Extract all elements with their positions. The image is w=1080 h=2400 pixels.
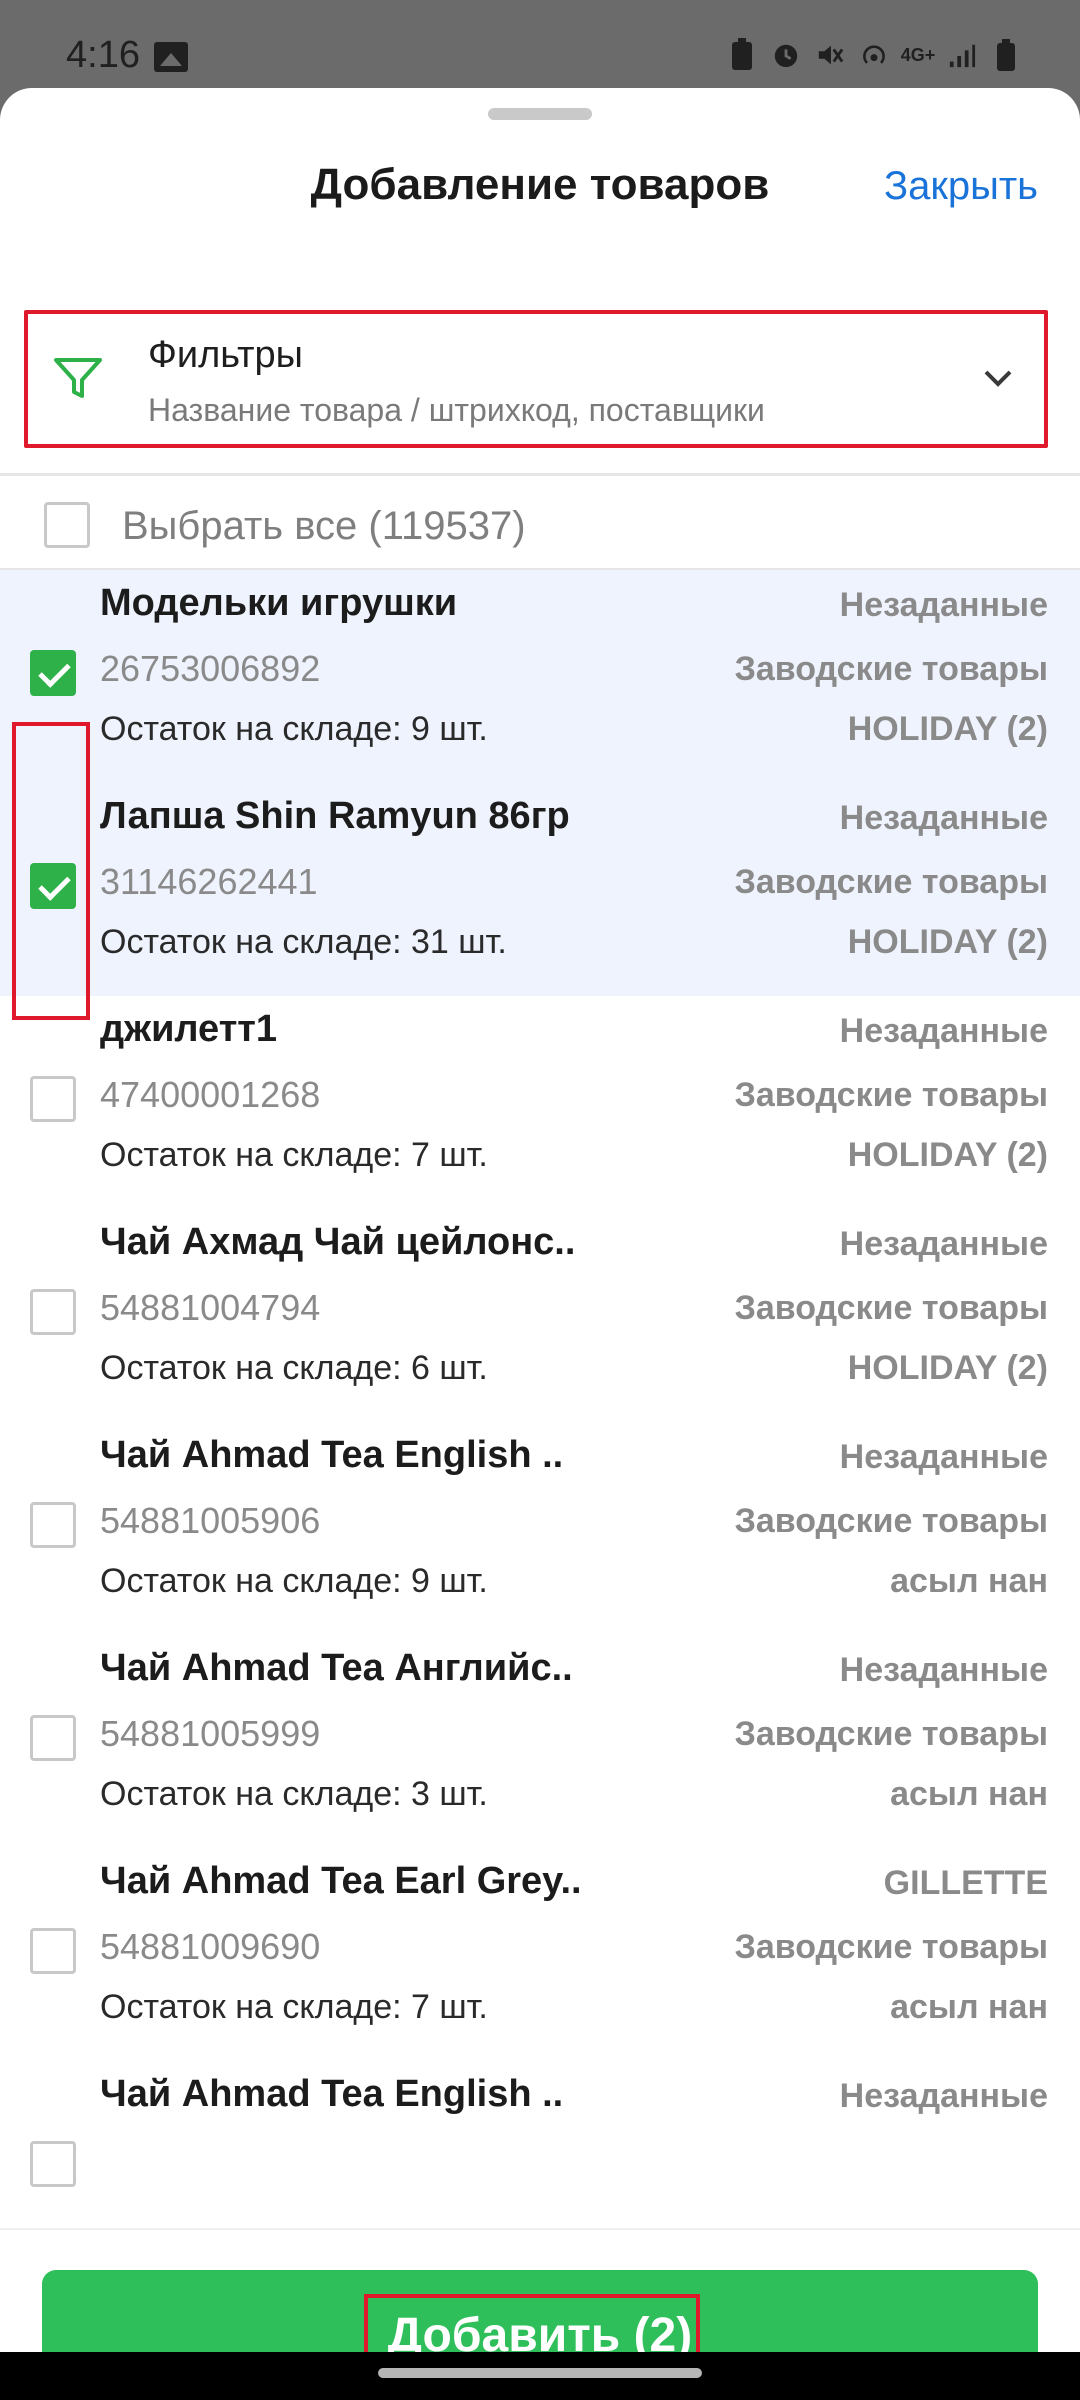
filter-icon bbox=[54, 358, 102, 398]
item-name: Чай Ахмад Чай цейлонс.. bbox=[100, 1221, 576, 1263]
item-stock: Остаток на складе: 31 шт. bbox=[100, 923, 507, 961]
item-checkbox[interactable] bbox=[30, 1715, 76, 1761]
item-type: Заводские товары bbox=[734, 1502, 1048, 1540]
item-supplier: асыл нан bbox=[890, 1775, 1048, 1813]
item-barcode: 54881009690 bbox=[100, 1926, 321, 1967]
item-name: джилетт1 bbox=[100, 1008, 278, 1050]
add-button[interactable]: Добавить (2) bbox=[42, 2270, 1038, 2352]
select-all-checkbox[interactable] bbox=[44, 502, 90, 548]
item-checkbox[interactable] bbox=[30, 1502, 76, 1548]
item-barcode: 47400001268 bbox=[100, 1074, 321, 1115]
item-name: Лапша Shin Ramyun 86гр bbox=[100, 795, 570, 837]
item-checkbox[interactable] bbox=[30, 650, 76, 696]
item-supplier: асыл нан bbox=[890, 1562, 1048, 1600]
item-stock: Остаток на складе: 7 шт. bbox=[100, 1988, 488, 2026]
filters-title: Фильтры bbox=[148, 334, 303, 376]
product-item[interactable]: Чай Ahmad Tea Earl Grey.. 54881009690 Ос… bbox=[0, 1848, 1080, 2061]
product-list[interactable]: Модельки игрушки 26753006892 Остаток на … bbox=[0, 570, 1080, 2228]
product-item[interactable]: Лапша Shin Ramyun 86гр 31146262441 Остат… bbox=[0, 783, 1080, 996]
item-supplier: HOLIDAY (2) bbox=[847, 923, 1048, 961]
product-item[interactable]: джилетт1 47400001268 Остаток на складе: … bbox=[0, 996, 1080, 1209]
product-item[interactable]: Чай Ahmad Tea English .. Незаданные bbox=[0, 2061, 1080, 2228]
status-bar: 4:16 4G+ bbox=[0, 0, 1080, 88]
item-barcode: 54881005906 bbox=[100, 1500, 321, 1541]
item-category: Незаданные bbox=[839, 1438, 1048, 1476]
hotspot-icon bbox=[860, 38, 888, 72]
item-stock: Остаток на складе: 3 шт. bbox=[100, 1775, 488, 1813]
select-all-row[interactable]: Выбрать все (119537) bbox=[0, 476, 1080, 576]
add-products-sheet: Добавление товаров Закрыть Фильтры Назва… bbox=[0, 88, 1080, 2352]
item-category: Незаданные bbox=[839, 799, 1048, 837]
item-name: Чай Ahmad Tea Английс.. bbox=[100, 1647, 573, 1689]
system-nav-bar bbox=[0, 2352, 1080, 2400]
battery-saver-icon bbox=[728, 38, 756, 72]
item-type: Заводские товары bbox=[734, 1289, 1048, 1327]
item-checkbox[interactable] bbox=[30, 863, 76, 909]
image-icon bbox=[154, 42, 188, 72]
item-category: GILLETTE bbox=[883, 1864, 1048, 1902]
item-checkbox[interactable] bbox=[30, 1076, 76, 1122]
network-icon: 4G+ bbox=[900, 44, 936, 65]
alarm-icon bbox=[772, 38, 800, 72]
item-name: Чай Ahmad Tea English .. bbox=[100, 1434, 564, 1476]
item-barcode: 31146262441 bbox=[100, 861, 318, 902]
item-category: Незаданные bbox=[839, 1225, 1048, 1263]
battery-icon bbox=[992, 38, 1020, 72]
item-stock: Остаток на складе: 6 шт. bbox=[100, 1349, 488, 1387]
mute-icon bbox=[816, 38, 844, 72]
item-category: Незаданные bbox=[839, 1012, 1048, 1050]
product-item[interactable]: Чай Ahmad Tea Английс.. 54881005999 Оста… bbox=[0, 1635, 1080, 1848]
item-type: Заводские товары bbox=[734, 1928, 1048, 1966]
bottom-action-bar: Добавить (2) bbox=[0, 2228, 1080, 2352]
signal-icon bbox=[948, 38, 976, 72]
item-supplier: HOLIDAY (2) bbox=[847, 710, 1048, 748]
item-type: Заводские товары bbox=[734, 1076, 1048, 1114]
item-category: Незаданные bbox=[839, 1651, 1048, 1689]
item-checkbox[interactable] bbox=[30, 1928, 76, 1974]
drag-handle[interactable] bbox=[488, 108, 592, 120]
filters-dropdown[interactable]: Фильтры Название товара / штрихкод, пост… bbox=[24, 310, 1048, 448]
item-supplier: HOLIDAY (2) bbox=[847, 1136, 1048, 1174]
item-name: Чай Ahmad Tea English .. bbox=[100, 2073, 564, 2115]
item-supplier: HOLIDAY (2) bbox=[847, 1349, 1048, 1387]
item-type: Заводские товары bbox=[734, 1715, 1048, 1753]
item-category: Незаданные bbox=[839, 586, 1048, 624]
item-barcode: 26753006892 bbox=[100, 648, 321, 689]
item-checkbox[interactable] bbox=[30, 1289, 76, 1335]
product-item[interactable]: Чай Ahmad Tea English .. 54881005906 Ост… bbox=[0, 1422, 1080, 1635]
add-button-highlight bbox=[364, 2294, 700, 2352]
item-category: Незаданные bbox=[839, 2077, 1048, 2115]
item-barcode: 54881005999 bbox=[100, 1713, 321, 1754]
product-item[interactable]: Чай Ахмад Чай цейлонс.. 54881004794 Оста… bbox=[0, 1209, 1080, 1422]
home-gesture-pill[interactable] bbox=[378, 2368, 702, 2378]
select-all-label: Выбрать все (119537) bbox=[122, 504, 526, 548]
item-checkbox[interactable] bbox=[30, 2141, 76, 2187]
item-supplier: асыл нан bbox=[890, 1988, 1048, 2026]
chevron-down-icon bbox=[984, 370, 1012, 387]
product-item[interactable]: Модельки игрушки 26753006892 Остаток на … bbox=[0, 570, 1080, 783]
item-stock: Остаток на складе: 9 шт. bbox=[100, 1562, 488, 1600]
item-type: Заводские товары bbox=[734, 863, 1048, 901]
item-barcode: 54881004794 bbox=[100, 1287, 321, 1328]
item-name: Чай Ahmad Tea Earl Grey.. bbox=[100, 1860, 582, 1902]
item-stock: Остаток на складе: 7 шт. bbox=[100, 1136, 488, 1174]
item-name: Модельки игрушки bbox=[100, 582, 458, 624]
status-time: 4:16 bbox=[66, 34, 140, 76]
filters-subtitle: Название товара / штрихкод, поставщики bbox=[148, 392, 765, 428]
item-type: Заводские товары bbox=[734, 650, 1048, 688]
item-stock: Остаток на складе: 9 шт. bbox=[100, 710, 488, 748]
status-icons: 4G+ bbox=[728, 38, 1020, 72]
close-button[interactable]: Закрыть bbox=[884, 164, 1038, 209]
